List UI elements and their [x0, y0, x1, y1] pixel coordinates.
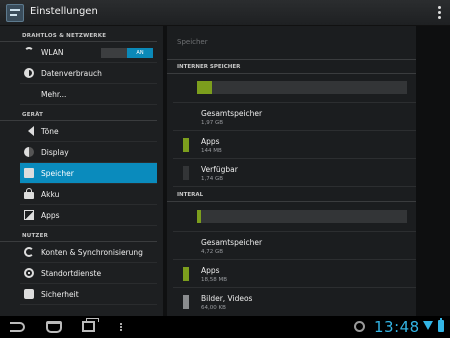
app-title: Einstellungen	[30, 6, 98, 17]
menu-icon[interactable]	[118, 323, 124, 331]
storage-icon	[24, 168, 34, 178]
sidebar-item-label: Sicherheit	[41, 290, 79, 299]
section-header-interal: INTERAL	[177, 192, 204, 198]
storage-item-label[interactable]: Bilder, Videos	[201, 294, 252, 303]
wlan-toggle[interactable]: AN	[101, 48, 153, 58]
status-clock[interactable]: 13:48	[374, 318, 420, 336]
wlan-toggle-state: AN	[127, 48, 153, 58]
storage-item-value: 1,97 GB	[201, 120, 224, 126]
wifi-icon	[24, 47, 34, 57]
sidebar-item-label: WLAN	[41, 48, 64, 57]
location-icon	[24, 268, 34, 278]
internal-storage-bar	[197, 81, 407, 94]
storage-item-value: 64,00 KB	[201, 305, 226, 311]
sidebar-item-display[interactable]: Display	[20, 142, 157, 163]
home-icon[interactable]	[46, 321, 62, 333]
wifi-signal-icon	[423, 321, 433, 330]
divider	[167, 73, 416, 74]
sidebar-item-label: Datenverbrauch	[41, 69, 102, 78]
divider	[173, 158, 416, 159]
divider	[173, 287, 416, 288]
divider	[167, 59, 416, 60]
sidebar-item-standort[interactable]: Standortdienste	[20, 263, 157, 284]
apps-color-swatch	[183, 138, 189, 152]
section-header-device: GERÄT	[0, 105, 157, 121]
sidebar-item-label: Töne	[41, 127, 59, 136]
sidebar-item-label: Display	[41, 148, 69, 157]
speaker-icon	[24, 126, 34, 136]
storage-item-value: 4,72 GB	[201, 249, 224, 255]
data-usage-icon	[24, 68, 34, 78]
battery-icon	[438, 318, 444, 332]
storage-item-value: 1,74 GB	[201, 176, 224, 182]
storage-item-label: Gesamtspeicher	[201, 109, 263, 118]
interal-storage-bar-fill	[197, 210, 202, 223]
divider	[173, 186, 416, 187]
sidebar-item-label: Standortdienste	[41, 269, 102, 278]
section-header-internal: INTERNER SPEICHER	[177, 64, 241, 70]
divider	[167, 201, 416, 202]
storage-detail-pane: Speicher INTERNER SPEICHER Gesamtspeiche…	[167, 26, 416, 316]
storage-item-label: Verfügbar	[201, 165, 238, 174]
sidebar-item-label: Konten & Synchronisierung	[41, 248, 143, 257]
sync-icon	[24, 247, 34, 257]
display-icon	[24, 147, 34, 157]
battery-icon	[24, 188, 34, 199]
sidebar-item-sicherheit[interactable]: Sicherheit	[20, 284, 157, 305]
sidebar-item-konten[interactable]: Konten & Synchronisierung	[20, 242, 157, 263]
sidebar-item-mehr[interactable]: Mehr...	[20, 84, 157, 105]
sidebar-item-akku[interactable]: Akku	[20, 184, 157, 205]
apps-icon	[24, 210, 34, 220]
storage-item-label: Gesamtspeicher	[201, 238, 263, 247]
action-bar: Einstellungen	[0, 0, 450, 26]
available-color-swatch	[183, 166, 189, 180]
divider	[173, 231, 416, 232]
divider	[173, 102, 416, 103]
internal-storage-bar-fill	[197, 81, 212, 94]
sidebar-item-wlan[interactable]: WLAN AN	[20, 42, 157, 63]
interal-storage-bar	[197, 210, 407, 223]
storage-item-label[interactable]: Apps	[201, 137, 220, 146]
system-bar: 13:48	[0, 316, 450, 338]
sidebar-item-apps[interactable]: Apps	[20, 205, 157, 226]
sidebar-item-label: Speicher	[41, 169, 74, 178]
divider	[173, 259, 416, 260]
storage-item-label[interactable]: Apps	[201, 266, 220, 275]
overflow-menu-icon[interactable]	[438, 6, 442, 20]
section-header-user: NUTZER	[0, 226, 157, 242]
sidebar-item-datenverbrauch[interactable]: Datenverbrauch	[20, 63, 157, 84]
page-title: Speicher	[177, 38, 208, 46]
storage-item-value: 18,58 MB	[201, 277, 228, 283]
sidebar-item-label: Apps	[41, 211, 60, 220]
sidebar-item-label: Akku	[41, 190, 60, 199]
sidebar-item-toene[interactable]: Töne	[20, 121, 157, 142]
recent-apps-icon[interactable]	[82, 318, 99, 332]
section-header-wireless: DRAHTLOS & NETZWERKE	[0, 26, 157, 42]
lock-icon	[24, 289, 34, 299]
sidebar-item-label: Mehr...	[41, 90, 67, 99]
back-icon[interactable]	[10, 322, 25, 332]
sidebar-item-speicher[interactable]: Speicher	[20, 163, 157, 184]
right-margin	[416, 26, 450, 316]
media-color-swatch	[183, 295, 189, 309]
apps-color-swatch	[183, 267, 189, 281]
settings-icon[interactable]	[6, 4, 24, 22]
alarm-icon	[354, 321, 365, 332]
storage-item-value: 144 MB	[201, 148, 222, 154]
divider	[173, 130, 416, 131]
settings-list: DRAHTLOS & NETZWERKE WLAN AN Datenverbra…	[0, 26, 163, 316]
